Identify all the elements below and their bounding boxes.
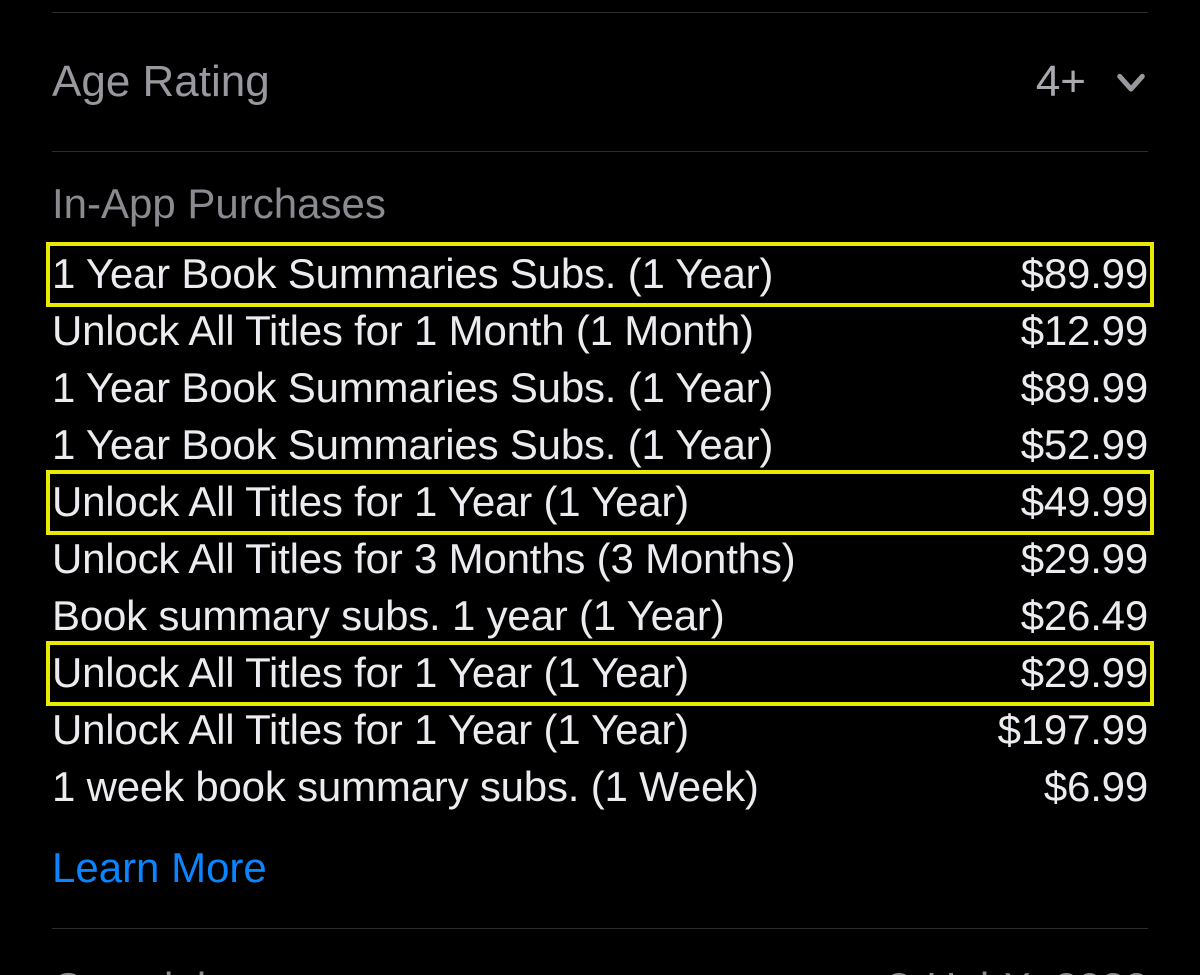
iap-item-price: $89.99 xyxy=(1005,361,1148,415)
iap-item-name: 1 Year Book Summaries Subs. (1 Year) xyxy=(52,361,773,415)
iap-item-name: Unlock All Titles for 1 Month (1 Month) xyxy=(52,304,754,358)
iap-row: Unlock All Titles for 1 Year (1 Year) $29… xyxy=(52,645,1148,702)
in-app-purchases-section: In-App Purchases 1 Year Book Summaries S… xyxy=(52,152,1148,892)
iap-item-name: Book summary subs. 1 year (1 Year) xyxy=(52,589,725,643)
age-rating-row[interactable]: Age Rating 4+ xyxy=(52,13,1148,151)
iap-item-price: $29.99 xyxy=(1005,532,1148,586)
iap-item-name: Unlock All Titles for 1 Year (1 Year) xyxy=(52,475,689,529)
iap-item-name: 1 Year Book Summaries Subs. (1 Year) xyxy=(52,247,773,301)
iap-item-price: $29.99 xyxy=(1005,646,1148,700)
iap-row: Unlock All Titles for 1 Month (1 Month) $… xyxy=(52,303,1148,360)
copyright-label: Copyright xyxy=(52,959,232,975)
iap-item-price: $49.99 xyxy=(1005,475,1148,529)
age-rating-value-wrap: 4+ xyxy=(1036,57,1148,107)
iap-row: Unlock All Titles for 1 Year (1 Year) $49… xyxy=(52,474,1148,531)
copyright-value: © HubX, 2022 xyxy=(884,959,1148,975)
iap-row: 1 Year Book Summaries Subs. (1 Year) $52.… xyxy=(52,417,1148,474)
iap-row: Unlock All Titles for 1 Year (1 Year) $19… xyxy=(52,702,1148,759)
iap-item-name: Unlock All Titles for 1 Year (1 Year) xyxy=(52,646,689,700)
iap-item-price: $26.49 xyxy=(1005,589,1148,643)
iap-item-price: $197.99 xyxy=(982,703,1148,757)
iap-item-name: Unlock All Titles for 1 Year (1 Year) xyxy=(52,703,689,757)
iap-item-name: 1 Year Book Summaries Subs. (1 Year) xyxy=(52,418,773,472)
iap-item-name: 1 week book summary subs. (1 Week) xyxy=(52,760,759,814)
learn-more-link[interactable]: Learn More xyxy=(52,844,267,892)
iap-item-price: $89.99 xyxy=(1005,247,1148,301)
in-app-purchases-header: In-App Purchases xyxy=(52,180,1148,228)
iap-row: Unlock All Titles for 3 Months (3 Months… xyxy=(52,531,1148,588)
copyright-row: Copyright © HubX, 2022 xyxy=(52,929,1148,975)
in-app-purchases-list: 1 Year Book Summaries Subs. (1 Year) $89.… xyxy=(52,246,1148,816)
age-rating-label: Age Rating xyxy=(52,57,270,107)
chevron-down-icon xyxy=(1114,65,1148,99)
iap-item-price: $12.99 xyxy=(1005,304,1148,358)
iap-item-price: $52.99 xyxy=(1005,418,1148,472)
iap-row: Book summary subs. 1 year (1 Year) $26.49 xyxy=(52,588,1148,645)
iap-item-price: $6.99 xyxy=(1028,760,1148,814)
age-rating-value: 4+ xyxy=(1036,57,1086,107)
iap-row: 1 week book summary subs. (1 Week) $6.99 xyxy=(52,759,1148,816)
iap-row: 1 Year Book Summaries Subs. (1 Year) $89.… xyxy=(52,246,1148,303)
iap-item-name: Unlock All Titles for 3 Months (3 Months… xyxy=(52,532,795,586)
iap-row: 1 Year Book Summaries Subs. (1 Year) $89.… xyxy=(52,360,1148,417)
